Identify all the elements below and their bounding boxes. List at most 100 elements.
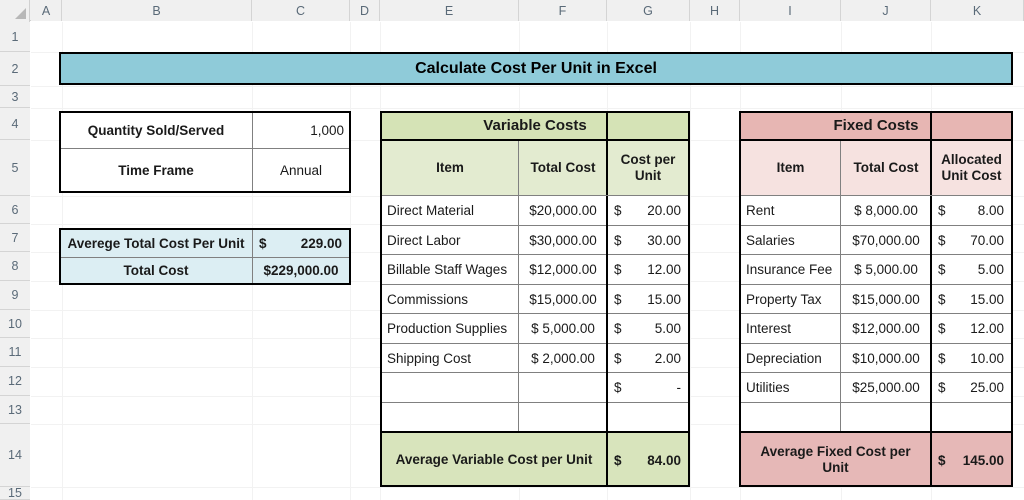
- fixed-costs-row-6-currency-symbol: $: [938, 380, 946, 396]
- variable-costs-row-5-unit-cost[interactable]: $2.00: [608, 344, 688, 374]
- row-header-3[interactable]: 3: [0, 86, 30, 108]
- variable-costs-row-2-currency-symbol: $: [614, 262, 622, 278]
- variable-costs-row-2-unit-cost[interactable]: $12.00: [608, 255, 688, 285]
- fixed-costs-row-1-unit-cost[interactable]: $70.00: [932, 226, 1011, 256]
- fixed-costs-row-7-item[interactable]: [741, 403, 840, 433]
- fixed-costs-row-5-unit-cost[interactable]: $10.00: [932, 344, 1011, 374]
- variable-costs-row-3-total-cost[interactable]: $15,000.00: [520, 285, 606, 315]
- variable-costs-title: Variable Costs: [483, 116, 587, 134]
- row-header-14[interactable]: 14: [0, 424, 30, 487]
- variable-costs-row-1-total-cost[interactable]: $30,000.00: [520, 226, 606, 256]
- fixed-costs-row-5-total-cost[interactable]: $10,000.00: [842, 344, 930, 374]
- fixed-costs-row-1-total-cost[interactable]: $70,000.00: [842, 226, 930, 256]
- variable-costs-row-6-item[interactable]: [382, 373, 518, 403]
- fixed-costs-row-4-total-cost[interactable]: $12,000.00: [842, 314, 930, 344]
- fixed-costs-row-6-total-cost[interactable]: $25,000.00: [842, 373, 930, 403]
- variable-costs-row-6-total-cost[interactable]: [520, 373, 606, 403]
- variable-costs-row-5-total-cost[interactable]: $ 2,000.00: [520, 344, 606, 374]
- column-header-f[interactable]: F: [519, 0, 607, 21]
- variable-costs-row-4-unit-cost[interactable]: $5.00: [608, 314, 688, 344]
- variable-costs-row-7-unit-cost[interactable]: [608, 403, 688, 433]
- row-header-7[interactable]: 7: [0, 224, 30, 252]
- variable-costs-row-1-item[interactable]: Direct Labor: [382, 226, 518, 256]
- column-header-k[interactable]: K: [931, 0, 1024, 21]
- inputs-row-0-label: Quantity Sold/Served: [87, 123, 225, 138]
- variable-costs-row-4-total-cost[interactable]: $ 5,000.00: [520, 314, 606, 344]
- inputs-row-1-value[interactable]: Annual: [253, 150, 349, 191]
- fixed-costs-row-1-item[interactable]: Salaries: [741, 226, 840, 256]
- row-header-9[interactable]: 9: [0, 281, 30, 310]
- variable-costs-row-6-unit-cost[interactable]: $ -: [608, 373, 688, 403]
- variable-costs-row-7-total-cost[interactable]: [520, 403, 606, 433]
- variable-costs-row-3-item[interactable]: Commissions: [382, 285, 518, 315]
- variable-costs-row-2-total-cost[interactable]: $12,000.00: [520, 255, 606, 285]
- gridline-horizontal: [31, 86, 1024, 87]
- fixed-costs-row-3-total-cost[interactable]: $15,000.00: [842, 285, 930, 315]
- summary-table-divider-v: [252, 230, 253, 283]
- fixed-costs-row-7-unit-cost[interactable]: [932, 403, 1011, 433]
- row-header-13[interactable]: 13: [0, 396, 30, 424]
- fixed-costs-row-3-item[interactable]: Property Tax: [741, 285, 840, 315]
- select-all-triangle-icon: [15, 8, 26, 19]
- summary-row-0-amount: 229.00: [300, 236, 342, 251]
- fixed-costs-row-0-item[interactable]: Rent: [741, 196, 840, 226]
- row-header-12[interactable]: 12: [0, 367, 30, 396]
- variable-costs-row-3-unit-cost[interactable]: $15.00: [608, 285, 688, 315]
- column-header-b[interactable]: B: [62, 0, 252, 21]
- row-header-8[interactable]: 8: [0, 252, 30, 281]
- variable-costs-total-currency-symbol: $: [614, 452, 622, 468]
- fixed-costs-row-0-total-cost[interactable]: $ 8,000.00: [842, 196, 930, 226]
- variable-costs-row-7-item[interactable]: [382, 403, 518, 433]
- row-header-10[interactable]: 10: [0, 310, 30, 338]
- fixed-total-top-border: [739, 431, 1013, 433]
- variable-unit-col-border: [606, 111, 608, 487]
- row-header-11[interactable]: 11: [0, 338, 30, 367]
- column-header-i[interactable]: I: [740, 0, 841, 21]
- row-header-6[interactable]: 6: [0, 196, 30, 224]
- summary-row-1-label: Total Cost: [123, 263, 189, 278]
- fixed-costs-row-2-unit-cost[interactable]: $5.00: [932, 255, 1011, 285]
- fixed-costs-row-4-unit-cost[interactable]: $12.00: [932, 314, 1011, 344]
- summary-row-1-value: $229,000.00: [263, 263, 339, 278]
- fixed-costs-row-4-item[interactable]: Interest: [741, 314, 840, 344]
- row-header-15[interactable]: 15: [0, 486, 30, 500]
- fixed-costs-col-item: Item: [776, 160, 805, 176]
- fixed-costs-total-currency-symbol: $: [938, 452, 946, 468]
- fixed-costs-row-6-unit-cost[interactable]: $25.00: [932, 373, 1011, 403]
- variable-costs-row-4-amount: 5.00: [654, 321, 681, 337]
- fixed-costs-row-3-unit-cost[interactable]: $15.00: [932, 285, 1011, 315]
- column-header-a[interactable]: A: [31, 0, 62, 21]
- column-header-e[interactable]: E: [380, 0, 519, 21]
- fixed-costs-row-6-item[interactable]: Utilities: [741, 373, 840, 403]
- row-header-1[interactable]: 1: [0, 22, 30, 52]
- column-header-j[interactable]: J: [841, 0, 931, 21]
- variable-costs-row-2-item[interactable]: Billable Staff Wages: [382, 255, 518, 285]
- variable-costs-row-0-total-cost[interactable]: $20,000.00: [520, 196, 606, 226]
- fixed-costs-row-5-item[interactable]: Depreciation: [741, 344, 840, 374]
- fixed-costs-row-0-unit-cost[interactable]: $8.00: [932, 196, 1011, 226]
- sheet-title-banner: Calculate Cost Per Unit in Excel: [59, 52, 1013, 85]
- variable-costs-row-1-unit-cost[interactable]: $30.00: [608, 226, 688, 256]
- variable-costs-row-0-item[interactable]: Direct Material: [382, 196, 518, 226]
- sheet-title-text: Calculate Cost Per Unit in Excel: [415, 59, 657, 77]
- select-all-corner[interactable]: [0, 0, 30, 21]
- row-header-2[interactable]: 2: [0, 52, 30, 86]
- row-header-4[interactable]: 4: [0, 108, 30, 140]
- variable-total-col-border: [518, 141, 519, 431]
- variable-costs-row-4-item[interactable]: Production Supplies: [382, 314, 518, 344]
- column-header-c[interactable]: C: [252, 0, 350, 21]
- gridline-horizontal: [31, 108, 1024, 109]
- column-header-h[interactable]: H: [690, 0, 740, 21]
- variable-costs-row-0-unit-cost[interactable]: $20.00: [608, 196, 688, 226]
- fixed-costs-row-2-total-cost[interactable]: $ 5,000.00: [842, 255, 930, 285]
- variable-costs-row-5-amount: 2.00: [654, 350, 681, 366]
- fixed-costs-row-7-total-cost[interactable]: [842, 403, 930, 433]
- fixed-costs-row-1-currency-symbol: $: [938, 232, 946, 248]
- column-header-d[interactable]: D: [350, 0, 380, 21]
- inputs-row-0-value[interactable]: 1,000: [253, 113, 349, 148]
- row-header-5[interactable]: 5: [0, 140, 30, 196]
- summary-row-0-label: Averege Total Cost Per Unit: [67, 236, 245, 251]
- variable-costs-row-5-item[interactable]: Shipping Cost: [382, 344, 518, 374]
- column-header-g[interactable]: G: [607, 0, 690, 21]
- fixed-costs-row-2-item[interactable]: Insurance Fee: [741, 255, 840, 285]
